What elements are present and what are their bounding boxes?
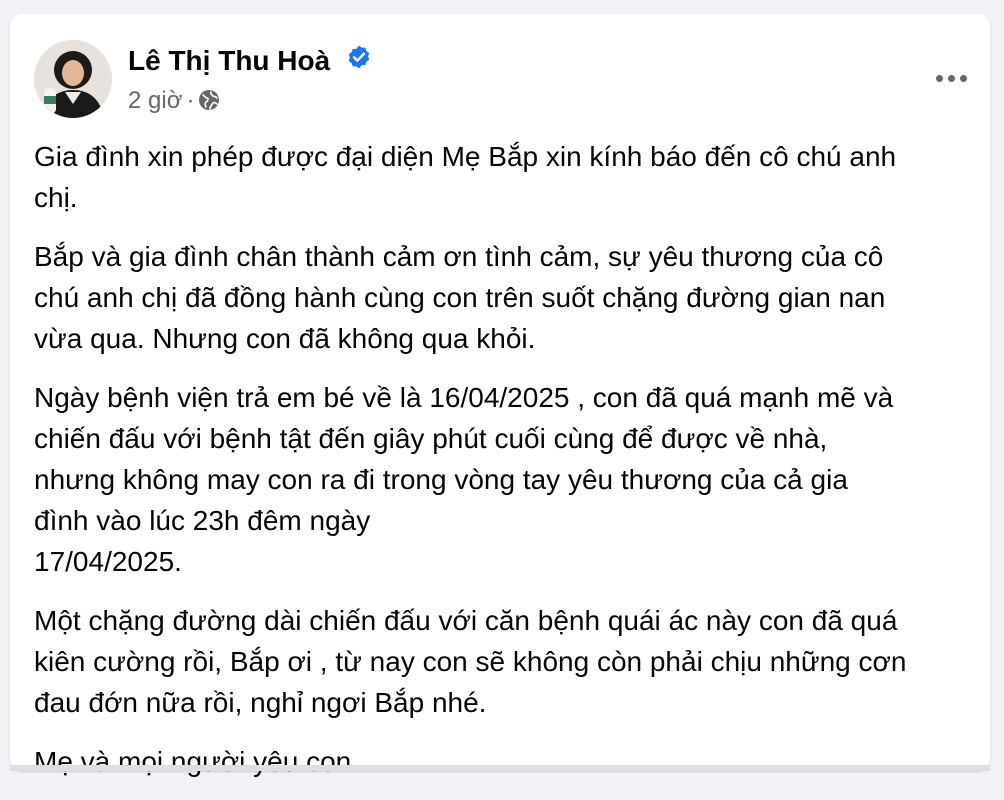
- more-dot: [936, 75, 943, 82]
- post-header: Lê Thị Thu Hoà 2 giờ·: [34, 40, 974, 110]
- paragraph: Gia đình xin phép được đại diện Mẹ Bắp x…: [34, 136, 966, 218]
- post-time[interactable]: 2 giờ: [128, 87, 182, 114]
- paragraph: Mẹ và mọi người yêu con.: [34, 741, 966, 782]
- text-line: chú anh chị đã đồng hành cùng con trên s…: [34, 282, 885, 313]
- paragraph: Bắp và gia đình chân thành cảm ơn tình c…: [34, 236, 966, 359]
- text-line: nhưng không may con ra đi trong vòng tay…: [34, 464, 848, 495]
- text-line: Ngày bệnh viện trả em bé về là 16/04/202…: [34, 382, 893, 413]
- post-body: Gia đình xin phép được đại diện Mẹ Bắp x…: [34, 136, 966, 800]
- globe-icon[interactable]: [198, 87, 220, 114]
- more-dot: [948, 75, 955, 82]
- text-line: chị.: [34, 182, 78, 213]
- text-line: chiến đấu với bệnh tật đến giây phút cuố…: [34, 423, 827, 454]
- paragraph: Ngày bệnh viện trả em bé về là 16/04/202…: [34, 377, 966, 582]
- text-line: 17/04/2025.: [34, 546, 182, 577]
- paragraph: Một chặng đường dài chiến đấu với căn bệ…: [34, 600, 966, 723]
- card-bottom-edge: [10, 765, 990, 771]
- text-line: kiên cường rồi, Bắp ơi , từ nay con sẽ k…: [34, 646, 906, 677]
- post-card: Lê Thị Thu Hoà 2 giờ· Gia đình xin phép …: [10, 14, 990, 771]
- meta-separator: ·: [186, 87, 194, 114]
- more-options-button[interactable]: [928, 60, 974, 96]
- text-line: đau đớn nữa rồi, nghỉ ngơi Bắp nhé.: [34, 687, 486, 718]
- text-line: Gia đình xin phép được đại diện Mẹ Bắp x…: [34, 141, 896, 172]
- text-line: Bắp và gia đình chân thành cảm ơn tình c…: [34, 241, 883, 272]
- author-name-text[interactable]: Lê Thị Thu Hoà: [128, 45, 330, 76]
- more-dot: [960, 75, 967, 82]
- text-line: vừa qua. Nhưng con đã không qua khỏi.: [34, 323, 535, 354]
- avatar-photo: [34, 40, 112, 118]
- text-line: Một chặng đường dài chiến đấu với căn bệ…: [34, 605, 897, 636]
- author-avatar[interactable]: [34, 40, 112, 118]
- author-name[interactable]: Lê Thị Thu Hoà: [128, 44, 372, 78]
- post-meta: 2 giờ·: [128, 86, 220, 116]
- text-line: đình vào lúc 23h đêm ngày: [34, 505, 370, 536]
- verified-badge-icon: [346, 44, 372, 78]
- text-line: Mẹ và mọi người yêu con.: [34, 746, 359, 777]
